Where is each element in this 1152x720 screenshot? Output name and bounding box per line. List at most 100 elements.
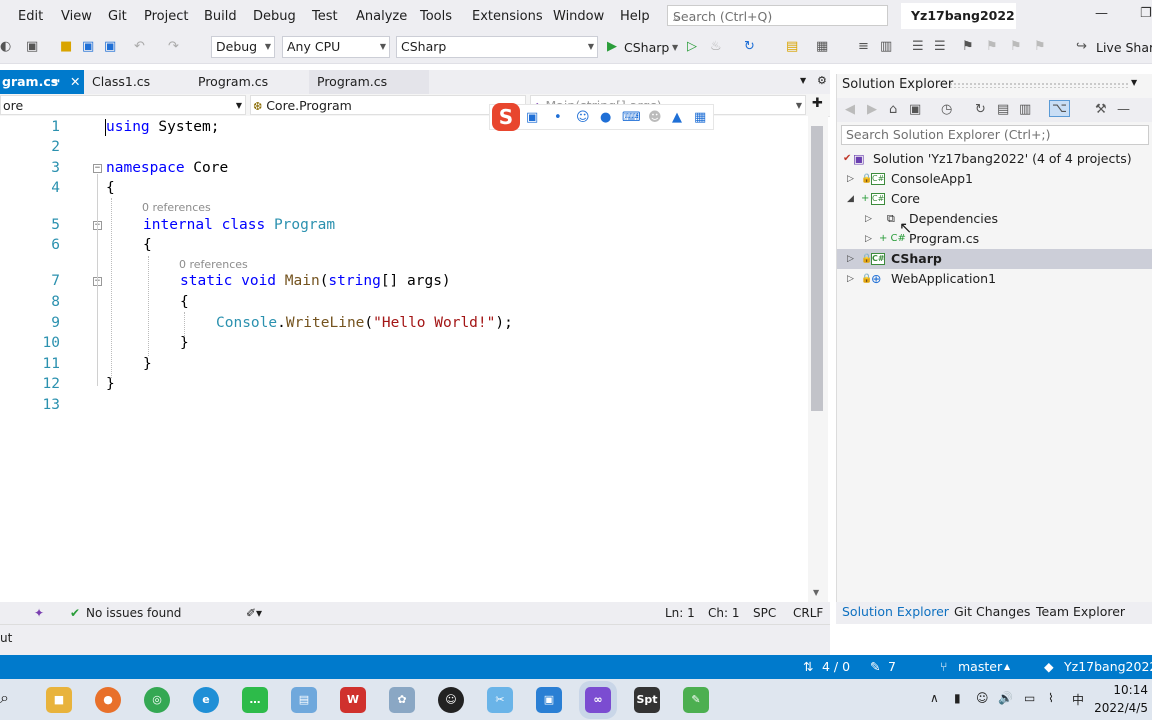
run-without-debug-icon[interactable]: ▷ (687, 39, 697, 54)
tab-program-cs-2[interactable]: Program.cs (309, 70, 429, 94)
codelens-references[interactable]: 0 references (142, 201, 211, 214)
run-button[interactable]: CSharp (624, 40, 669, 55)
repository-selector[interactable]: Yz17bang2022 (1064, 659, 1152, 674)
chevron-up-icon[interactable]: ∧ (930, 691, 939, 705)
battery-icon[interactable]: ▭ (1024, 691, 1035, 705)
close-icon[interactable]: ✕ (70, 70, 80, 94)
pin-icon[interactable]: ⭲ (52, 70, 60, 94)
save-all-icon[interactable]: ▣ (104, 39, 116, 54)
layout-icon[interactable]: ▦ (816, 39, 828, 54)
qq-icon[interactable]: ☺ (438, 687, 464, 713)
restore-icon[interactable]: ❐ (1140, 6, 1152, 21)
output-tab[interactable]: ut (0, 631, 12, 645)
skin-icon[interactable]: ▲ (672, 110, 682, 125)
chevron-down-icon[interactable]: ◢ (847, 189, 854, 209)
ime-toolbar[interactable]: S ▣ • ☺ ● ⌨ ☻ ▲ ▦ (489, 103, 714, 131)
punctuation-icon[interactable]: • (554, 110, 562, 125)
properties-icon[interactable]: ⚒ (1095, 102, 1107, 117)
preview-icon[interactable]: — (1117, 102, 1130, 117)
minimize-icon[interactable]: — (1095, 6, 1108, 21)
menu-build[interactable]: Build (204, 9, 237, 24)
clock-date[interactable]: 2022/4/5 (1094, 701, 1148, 715)
history-icon[interactable]: ◷ (941, 102, 952, 117)
search-input[interactable]: Search (Ctrl+Q) ⌕ (667, 5, 888, 26)
tab-program-cs[interactable]: Program.cs (190, 70, 304, 94)
uncomment-icon[interactable]: ☰ (934, 39, 946, 54)
scroll-down-icon[interactable]: ▼ (813, 588, 819, 597)
chevron-down-icon[interactable]: ▼ (1131, 78, 1137, 87)
show-all-files-icon[interactable]: ▥ (1019, 102, 1031, 117)
search-icon[interactable]: ⌕ (0, 688, 9, 708)
fold-toggle-icon[interactable]: − (93, 164, 102, 173)
folder-icon[interactable]: ▤ (786, 39, 798, 54)
home-icon[interactable]: ⌂ (889, 102, 897, 117)
bookmark-next-icon[interactable]: ⚑ (1010, 39, 1022, 54)
tab-list-chevron-icon[interactable]: ▼ (800, 76, 806, 85)
toolbox-icon[interactable]: ▦ (694, 110, 706, 125)
format-icon[interactable]: ≡ (858, 39, 869, 54)
tree-item-core[interactable]: ◢ + C# Core (837, 189, 1152, 209)
chevron-right-icon[interactable]: ▷ (847, 269, 854, 289)
forward-icon[interactable]: ▶ (867, 102, 877, 117)
configuration-select[interactable]: Debug ▼ (211, 36, 275, 58)
filter-icon[interactable]: ⌥ (1049, 100, 1070, 117)
microphone-icon[interactable]: ▮ (954, 691, 961, 705)
sogou-logo-icon[interactable]: S (492, 103, 520, 131)
tab-class1-cs[interactable]: Class1.cs (84, 70, 184, 94)
run-icon[interactable]: ▶ (607, 39, 617, 54)
file-explorer-icon[interactable]: ■ (46, 687, 72, 713)
comment-icon[interactable]: ☰ (912, 39, 924, 54)
platform-select[interactable]: Any CPU ▼ (282, 36, 390, 58)
tree-item-webapplication1[interactable]: ▷ 🔒 ⊕ WebApplication1 (837, 269, 1152, 289)
menu-help[interactable]: Help (620, 9, 650, 24)
refresh-icon[interactable]: ↻ (744, 39, 755, 54)
menu-git[interactable]: Git (108, 9, 127, 24)
menu-window[interactable]: Window (553, 9, 604, 24)
drag-grip[interactable] (949, 82, 1129, 88)
firefox-icon[interactable]: ● (95, 687, 121, 713)
notepad-icon[interactable]: ✎ (683, 687, 709, 713)
keyboard-icon[interactable]: ⌨ (622, 110, 641, 125)
save-icon[interactable]: ▣ (82, 39, 94, 54)
gear-icon[interactable]: ⚙ (817, 74, 827, 87)
chevron-right-icon[interactable]: ▷ (865, 229, 872, 249)
notes-app-icon[interactable]: ▤ (291, 687, 317, 713)
chevron-right-icon[interactable]: ▷ (847, 249, 854, 269)
changes-count[interactable]: 7 (888, 659, 896, 674)
collapse-all-icon[interactable]: ▤ (997, 102, 1009, 117)
tree-item-program-cs[interactable]: ▷ + C# Program.cs (837, 229, 1152, 249)
codelens-references[interactable]: 0 references (179, 258, 248, 271)
split-editor-icon[interactable]: ✚ (812, 96, 823, 111)
menu-analyze[interactable]: Analyze (356, 9, 407, 24)
volume-icon[interactable]: 🔊 (998, 691, 1013, 705)
live-share-button[interactable]: Live Share (1096, 40, 1152, 55)
qq-tray-icon[interactable]: ☺ (976, 691, 989, 705)
whitespace-indicator[interactable]: SPC (753, 606, 776, 620)
menu-project[interactable]: Project (144, 9, 188, 24)
chinese-mode-icon[interactable]: ▣ (526, 110, 538, 125)
bookmark-clear-icon[interactable]: ⚑ (1034, 39, 1046, 54)
tree-item-dependencies[interactable]: ▷ ⧉ Dependencies (837, 209, 1152, 229)
undo-icon[interactable]: ↶ (134, 39, 145, 54)
spt-app-icon[interactable]: Spt (634, 687, 660, 713)
bookmark-prev-icon[interactable]: ⚑ (986, 39, 998, 54)
wechat-icon[interactable]: … (242, 687, 268, 713)
ime-indicator[interactable]: 中 (1072, 691, 1084, 708)
scrollbar-thumb[interactable] (811, 126, 823, 411)
chevron-right-icon[interactable]: ▷ (847, 169, 854, 189)
menu-edit[interactable]: Edit (18, 9, 43, 24)
open-folder-icon[interactable]: ■ (60, 39, 72, 54)
clock-time[interactable]: 10:14 (1113, 683, 1148, 697)
project-dropdown[interactable]: ore ▼ (0, 95, 246, 115)
visual-studio-icon[interactable]: ∞ (585, 687, 611, 713)
tree-item-csharp[interactable]: ▷ 🔒 C# CSharp (837, 249, 1152, 269)
emoji-icon[interactable]: ☺ (576, 110, 590, 125)
solution-explorer-search-input[interactable]: Search Solution Explorer (Ctrl+;) (841, 125, 1149, 145)
column-indicator[interactable]: Ch: 1 (708, 606, 739, 620)
menu-debug[interactable]: Debug (253, 9, 296, 24)
chrome-icon[interactable]: ◎ (144, 687, 170, 713)
tab-program-cs-active[interactable]: gram.cs ⭲ ✕ (0, 70, 84, 94)
menu-view[interactable]: View (61, 9, 92, 24)
code-cleanup-icon[interactable]: ✐▾ (246, 606, 262, 620)
tab-git-changes[interactable]: Git Changes (954, 604, 1030, 619)
